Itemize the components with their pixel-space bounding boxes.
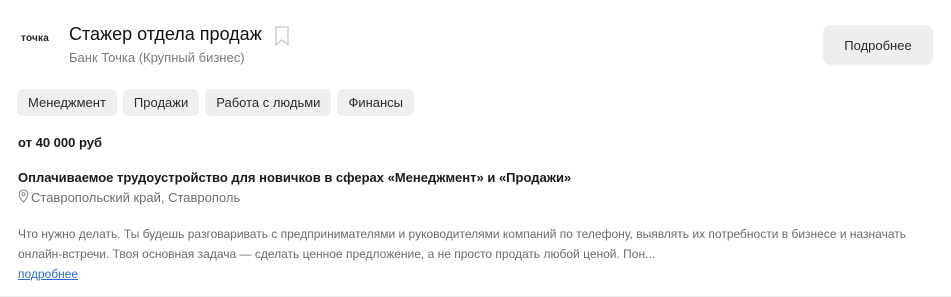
read-more-link[interactable]: подробнее bbox=[18, 264, 78, 284]
tag-management[interactable]: Менеджмент bbox=[17, 89, 117, 116]
vacancy-title[interactable]: Стажер отдела продаж bbox=[69, 24, 262, 45]
vacancy-card: точка Стажер отдела продаж Банк Точка (К… bbox=[0, 0, 951, 297]
company-logo[interactable]: точка bbox=[21, 33, 49, 44]
details-button[interactable]: Подробнее bbox=[823, 25, 933, 65]
bookmark-icon[interactable] bbox=[275, 26, 289, 47]
location-text: Ставропольский край, Ставрополь bbox=[31, 190, 241, 205]
tag-people[interactable]: Работа с людьми bbox=[205, 89, 332, 116]
vacancy-headline: Оплачиваемое трудоустройство для новичко… bbox=[18, 170, 572, 185]
vacancy-description: Что нужно делать. Ты будешь разговариват… bbox=[18, 224, 918, 284]
salary: от 40 000 руб bbox=[18, 135, 102, 150]
map-pin-icon bbox=[18, 189, 29, 206]
location: Ставропольский край, Ставрополь bbox=[18, 189, 240, 206]
description-text: Что нужно делать. Ты будешь разговариват… bbox=[18, 227, 906, 261]
tag-list: Менеджмент Продажи Работа с людьми Финан… bbox=[17, 89, 415, 116]
tag-sales[interactable]: Продажи bbox=[122, 89, 200, 116]
tag-finance[interactable]: Финансы bbox=[337, 89, 415, 116]
company-name[interactable]: Банк Точка (Крупный бизнес) bbox=[69, 50, 245, 65]
